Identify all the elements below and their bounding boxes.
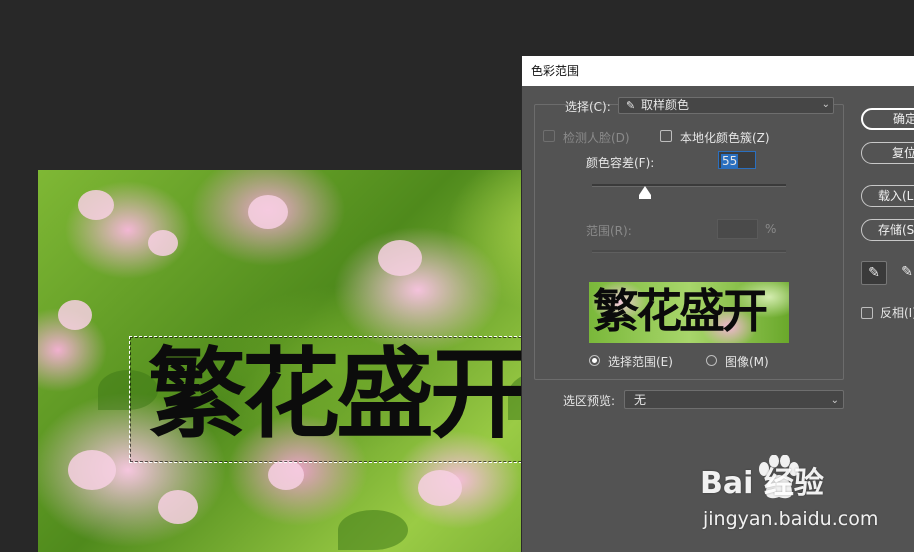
preview-text: 繁花盛开 — [593, 284, 768, 338]
blossom — [58, 300, 92, 330]
select-value: 取样颜色 — [641, 98, 690, 112]
eyedropper-plus-tool-icon[interactable]: ✎ — [894, 261, 914, 285]
blossom — [148, 230, 178, 256]
selection-preview-dropdown[interactable]: 无 ⌄ — [624, 390, 844, 409]
blossom — [418, 470, 462, 506]
chevron-down-icon: ⌄ — [821, 99, 830, 110]
load-button[interactable]: 载入(L)... — [861, 185, 914, 207]
range-unit: % — [765, 222, 777, 236]
save-button[interactable]: 存储(S)... — [861, 219, 914, 241]
fuzziness-value: 55 — [721, 154, 739, 168]
selection-marquee — [129, 336, 552, 463]
fuzziness-label: 颜色容差(F): — [586, 156, 655, 170]
reset-button[interactable]: 复位 — [861, 142, 914, 164]
range-input[interactable] — [717, 219, 758, 239]
fuzziness-slider-thumb[interactable] — [639, 186, 651, 199]
image-radio-label: 图像(M) — [725, 355, 769, 369]
invert-label: 反相(I) — [880, 306, 914, 320]
leaf — [338, 510, 408, 550]
range-slider-track[interactable] — [592, 250, 786, 253]
selection-preview-thumbnail[interactable]: 繁花盛开 — [589, 282, 789, 343]
detect-faces-label: 检测人脸(D) — [563, 131, 630, 145]
eyedropper-icon: ✎ — [626, 99, 636, 112]
baidu-jingyan-logo: Bai 经验 — [700, 466, 824, 501]
selection-preview-label: 选区预览: — [563, 394, 616, 408]
ok-button[interactable]: 确定 — [861, 108, 914, 130]
range-label: 范围(R): — [586, 224, 632, 238]
image-radio[interactable] — [706, 355, 717, 366]
watermark-url: jingyan.baidu.com — [703, 508, 879, 530]
detect-faces-checkbox[interactable] — [543, 130, 555, 142]
fuzziness-slider-track[interactable] — [592, 184, 786, 187]
chevron-down-icon: ⌄ — [830, 395, 839, 406]
fuzziness-input[interactable]: 55 — [718, 151, 756, 169]
invert-checkbox[interactable] — [861, 307, 873, 319]
select-dropdown[interactable]: ✎ 取样颜色 ⌄ — [618, 97, 834, 114]
blossom — [158, 490, 198, 524]
dialog-title: 色彩范围 — [522, 56, 914, 86]
blossom — [268, 460, 304, 490]
selection-radio-label: 选择范围(E) — [608, 355, 673, 369]
eyedropper-tool-icon[interactable]: ✎ — [861, 261, 887, 285]
selection-preview-value: 无 — [634, 393, 647, 407]
localized-clusters-checkbox[interactable] — [660, 130, 672, 142]
blossom — [78, 190, 114, 220]
select-label: 选择(C): — [565, 100, 611, 114]
localized-clusters-label: 本地化颜色簇(Z) — [680, 131, 770, 145]
selection-radio[interactable] — [589, 355, 600, 366]
blossom — [378, 240, 422, 276]
blossom — [248, 195, 288, 229]
blossom — [68, 450, 116, 490]
